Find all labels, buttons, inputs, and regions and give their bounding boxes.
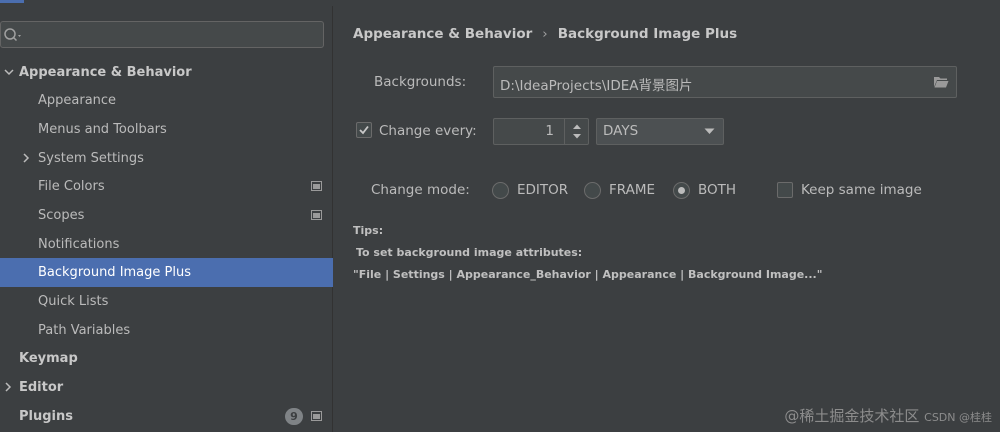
sidebar-item-path-variables[interactable]: Path Variables bbox=[0, 316, 333, 345]
sidebar-item-plugins[interactable]: Plugins 9 bbox=[0, 402, 333, 431]
mode-frame-label: FRAME bbox=[609, 182, 656, 198]
change-unit-value: DAYS bbox=[603, 123, 639, 139]
sidebar-item-label: Menus and Toolbars bbox=[38, 122, 167, 137]
settings-content: Appearance & Behavior › Background Image P… bbox=[334, 0, 1000, 432]
tips-line-1: To set background image attributes: bbox=[356, 246, 583, 259]
breadcrumb-separator: › bbox=[542, 26, 548, 42]
window-top-strip bbox=[0, 0, 333, 6]
dropdown-arrow-icon bbox=[704, 128, 715, 134]
sidebar-item-label: Path Variables bbox=[38, 323, 131, 338]
change-unit-dropdown[interactable]: DAYS bbox=[596, 118, 724, 145]
chevron-right-icon[interactable] bbox=[2, 373, 16, 402]
sidebar-item-appearance[interactable]: Appearance bbox=[0, 86, 333, 115]
sidebar-item-label: Quick Lists bbox=[38, 294, 109, 309]
watermark-text: @稀土掘金技术社区 bbox=[784, 407, 920, 425]
sidebar-item-label: File Colors bbox=[38, 179, 105, 194]
sidebar-item-label: Appearance & Behavior bbox=[19, 65, 192, 80]
backgrounds-path-field[interactable]: D:\IdeaProjects\IDEA背景图片 bbox=[493, 66, 957, 98]
sidebar-item-keymap[interactable]: Keymap bbox=[0, 344, 333, 373]
watermark: @稀土掘金技术社区 CSDN @桂桂 bbox=[784, 405, 992, 426]
search-icon bbox=[4, 28, 21, 42]
sidebar-item-label: Editor bbox=[19, 380, 64, 395]
folder-open-icon[interactable] bbox=[933, 75, 949, 89]
sidebar-item-label: Appearance bbox=[38, 93, 117, 108]
sidebar-item-scopes[interactable]: Scopes bbox=[0, 201, 333, 230]
change-every-label: Change every: bbox=[379, 123, 477, 139]
window-icon bbox=[0, 0, 24, 3]
tips-line-2: "File | Settings | Appearance_Behavior |… bbox=[353, 268, 823, 281]
sidebar-item-label: Notifications bbox=[38, 237, 120, 252]
mode-editor-label: EDITOR bbox=[517, 182, 569, 198]
sidebar-item-appearance-behavior[interactable]: Appearance & Behavior bbox=[0, 58, 333, 87]
backgrounds-label: Backgrounds: bbox=[374, 74, 467, 90]
backgrounds-path-value: D:\IdeaProjects\IDEA背景图片 bbox=[500, 78, 693, 94]
breadcrumb-parent[interactable]: Appearance & Behavior bbox=[353, 26, 532, 42]
keep-same-image-checkbox[interactable] bbox=[777, 182, 793, 198]
radio-selected-dot bbox=[678, 187, 685, 194]
plugins-update-badge: 9 bbox=[285, 408, 303, 425]
sidebar-item-label: Keymap bbox=[19, 351, 78, 366]
project-level-icon bbox=[311, 210, 322, 220]
breadcrumb: Appearance & Behavior › Background Image P… bbox=[353, 26, 737, 42]
change-mode-label: Change mode: bbox=[371, 182, 470, 198]
change-every-checkbox[interactable] bbox=[356, 122, 372, 138]
sidebar-item-editor[interactable]: Editor bbox=[0, 373, 333, 402]
mode-editor-radio[interactable] bbox=[492, 182, 509, 199]
sidebar-item-label: Scopes bbox=[38, 208, 85, 223]
tips-title: Tips: bbox=[353, 224, 384, 237]
stepper-buttons[interactable] bbox=[564, 119, 588, 144]
sidebar-item-label: Background Image Plus bbox=[38, 265, 191, 280]
chevron-right-icon[interactable] bbox=[20, 144, 34, 173]
sidebar-item-menus-toolbars[interactable]: Menus and Toolbars bbox=[0, 115, 333, 144]
mode-both-label: BOTH bbox=[698, 182, 737, 198]
sidebar-item-quick-lists[interactable]: Quick Lists bbox=[0, 287, 333, 316]
mode-both-radio[interactable] bbox=[673, 182, 690, 199]
watermark-small: CSDN @桂桂 bbox=[924, 411, 992, 424]
keep-same-image-label: Keep same image bbox=[801, 182, 922, 198]
breadcrumb-current: Background Image Plus bbox=[557, 26, 738, 42]
change-every-value: 1 bbox=[545, 123, 554, 139]
mode-frame-radio[interactable] bbox=[584, 182, 601, 199]
project-level-icon bbox=[311, 411, 322, 421]
sidebar-item-file-colors[interactable]: File Colors bbox=[0, 172, 333, 201]
chevron-down-icon[interactable] bbox=[3, 58, 17, 87]
check-icon bbox=[359, 125, 369, 135]
search-input[interactable] bbox=[0, 21, 324, 48]
settings-sidebar: Appearance & Behavior Appearance Menus a… bbox=[0, 0, 333, 432]
change-every-stepper[interactable]: 1 bbox=[493, 118, 589, 145]
sidebar-item-label: System Settings bbox=[38, 151, 144, 166]
project-level-icon bbox=[311, 181, 322, 191]
stepper-up-down-icon[interactable] bbox=[565, 119, 589, 144]
sidebar-item-notifications[interactable]: Notifications bbox=[0, 230, 333, 259]
sidebar-item-label: Plugins bbox=[19, 409, 73, 424]
sidebar-item-system-settings[interactable]: System Settings bbox=[0, 144, 333, 173]
sidebar-item-background-image-plus[interactable]: Background Image Plus bbox=[0, 258, 333, 287]
